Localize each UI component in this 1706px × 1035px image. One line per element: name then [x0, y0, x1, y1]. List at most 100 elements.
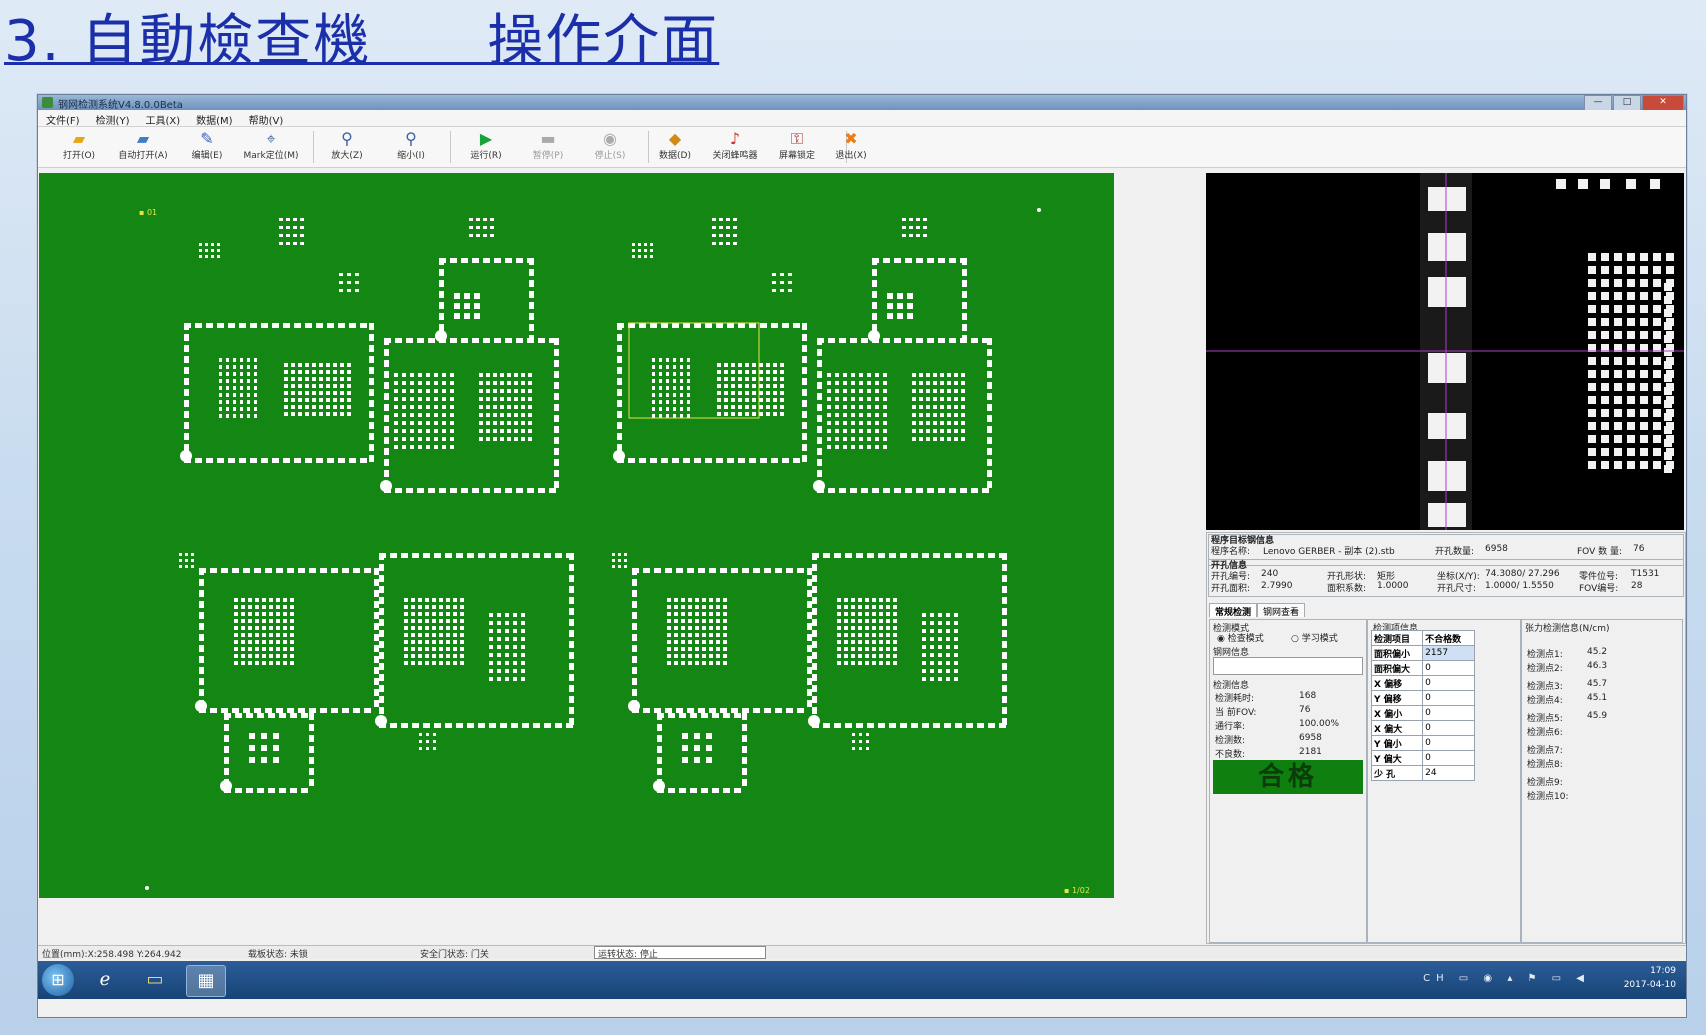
stencil-pad: [954, 437, 958, 441]
stencil-pad: [235, 713, 242, 718]
stencil-pad: [702, 605, 706, 609]
camera-view[interactable]: [1206, 173, 1684, 530]
stencil-pad: [817, 470, 822, 477]
window-titlebar[interactable]: 钢网检测系统V4.8.0.0Beta — □ ✕: [38, 95, 1686, 111]
tension-label: 检测点1:: [1527, 650, 1563, 660]
table-row[interactable]: X 偏大 0: [1370, 720, 1475, 736]
tension-label: 检测点8:: [1527, 760, 1563, 770]
stencil-pad: [851, 626, 855, 630]
stencil-pad: [632, 645, 637, 652]
zoom-in-button[interactable]: ⚲ 放大(Z): [314, 129, 380, 165]
stencil-pad: [516, 338, 523, 343]
minimize-button[interactable]: —: [1584, 95, 1612, 111]
stencil-pad: [894, 488, 901, 493]
maximize-button[interactable]: □: [1613, 95, 1641, 111]
stencil-pad: [1002, 630, 1007, 637]
stencil-pad: [673, 372, 676, 376]
stencil-pad: [254, 393, 257, 397]
explorer-taskbar-icon[interactable]: ▭: [136, 965, 174, 995]
open-button[interactable]: ▰ 打开(O): [46, 129, 112, 165]
camera-pad: [1664, 426, 1672, 434]
stencil-pad: [867, 413, 871, 417]
menu-help[interactable]: 帮助(V): [241, 110, 292, 127]
stencil-pad: [505, 677, 509, 681]
stencil-pad: [374, 689, 379, 696]
tab-regular-detect[interactable]: 常规检测: [1209, 603, 1258, 618]
stencil-pad: [360, 323, 367, 328]
mode-learn-radio[interactable]: ○ 学习模式: [1291, 631, 1338, 644]
table-row[interactable]: 面积偏小 2157: [1370, 645, 1475, 661]
stencil-pad: [919, 381, 923, 385]
camera-pad: [1588, 253, 1596, 261]
menu-data[interactable]: 数据(M): [188, 110, 240, 127]
stencil-map-view[interactable]: ▪ 01 ▪ 1/02: [39, 173, 1114, 898]
table-row[interactable]: 少 孔 24: [1370, 765, 1475, 781]
stencil-pad: [284, 405, 288, 409]
stencil-pad: [933, 421, 937, 425]
stencil-pad: [486, 381, 490, 385]
system-tray-icons[interactable]: CH ▭ ◉ ▴ ⚑ ▭ ◀: [1423, 973, 1590, 984]
table-row[interactable]: Y 偏小 0: [1370, 735, 1475, 751]
close-button[interactable]: ✕: [1642, 95, 1684, 111]
menu-file[interactable]: 文件(F): [38, 110, 88, 127]
stencil-pad: [235, 788, 242, 793]
stencil-pad: [940, 405, 944, 409]
stop-button[interactable]: ◉ 停止(S): [577, 129, 643, 165]
stencil-pad: [369, 422, 374, 429]
mode-check-radio[interactable]: ◉ 检查模式: [1217, 631, 1264, 644]
stencil-pad: [759, 391, 763, 395]
stencil-pad: [489, 621, 493, 625]
zoom-out-button[interactable]: ⚲ 缩小(I): [378, 129, 444, 165]
mark-button[interactable]: ⌖ Mark定位(M): [238, 129, 304, 165]
stencil-pad: [497, 621, 501, 625]
start-button[interactable]: ⊞: [42, 964, 74, 996]
tab-stencil-view[interactable]: 钢网查看: [1257, 603, 1306, 618]
stencil-pad: [827, 381, 831, 385]
stencil-pad: [426, 389, 430, 393]
run-button[interactable]: ▶ 运行(R): [453, 129, 519, 165]
camera-pad: [1614, 318, 1622, 326]
stencil-pad: [927, 258, 934, 263]
close-buzzer-button[interactable]: ♪ 关闭蜂鸣器: [702, 129, 768, 165]
stencil-pad: [930, 621, 934, 625]
stencil-pad: [433, 740, 436, 743]
stencil-pad: [650, 323, 657, 328]
stencil-pad: [305, 377, 309, 381]
menu-detect[interactable]: 检测(Y): [88, 110, 138, 127]
stencil-pad: [843, 421, 847, 425]
ie-taskbar-icon[interactable]: ℯ: [86, 965, 124, 995]
table-row[interactable]: 面积偏大 0: [1370, 660, 1475, 676]
stencil-pad: [673, 407, 676, 411]
pause-button[interactable]: ▬ 暂停(P): [515, 129, 581, 165]
auto-open-button[interactable]: ▰ 自动打开(A): [110, 129, 176, 165]
stencil-pad: [239, 458, 246, 463]
data-button[interactable]: ◆ 数据(D): [642, 129, 708, 165]
stencil-pad: [868, 330, 880, 342]
menu-tools[interactable]: 工具(X): [137, 110, 188, 127]
table-row[interactable]: Y 偏大 0: [1370, 750, 1475, 766]
table-row[interactable]: X 偏小 0: [1370, 705, 1475, 721]
stencil-pad: [639, 458, 646, 463]
stencil-pad: [528, 437, 532, 441]
table-row[interactable]: X 偏移 0: [1370, 675, 1475, 691]
edit-button[interactable]: ✎ 编辑(E): [174, 129, 240, 165]
app-taskbar-icon[interactable]: ▦: [186, 965, 226, 997]
stencil-info-field[interactable]: [1213, 657, 1363, 675]
stencil-pad: [676, 568, 683, 573]
taskbar-clock[interactable]: 17:09 2017-04-10: [1624, 964, 1676, 992]
camera-pad: [1640, 461, 1648, 469]
stencil-pad: [483, 218, 487, 221]
stencil-pad: [851, 381, 855, 385]
table-row[interactable]: Y 偏移 0: [1370, 690, 1475, 706]
defect-col-count: 不合格数: [1422, 630, 1475, 646]
stencil-pad: [835, 421, 839, 425]
stencil-pad: [432, 605, 436, 609]
stencil-pad: [248, 626, 252, 630]
camera-pad: [1614, 448, 1622, 456]
stencil-pad: [206, 323, 213, 328]
exit-button[interactable]: ✖ 退出(X): [818, 129, 884, 165]
stencil-pad: [284, 363, 288, 367]
stencil-pad: [479, 373, 483, 377]
stencil-pad: [418, 661, 422, 665]
stencil-pad: [786, 708, 793, 713]
